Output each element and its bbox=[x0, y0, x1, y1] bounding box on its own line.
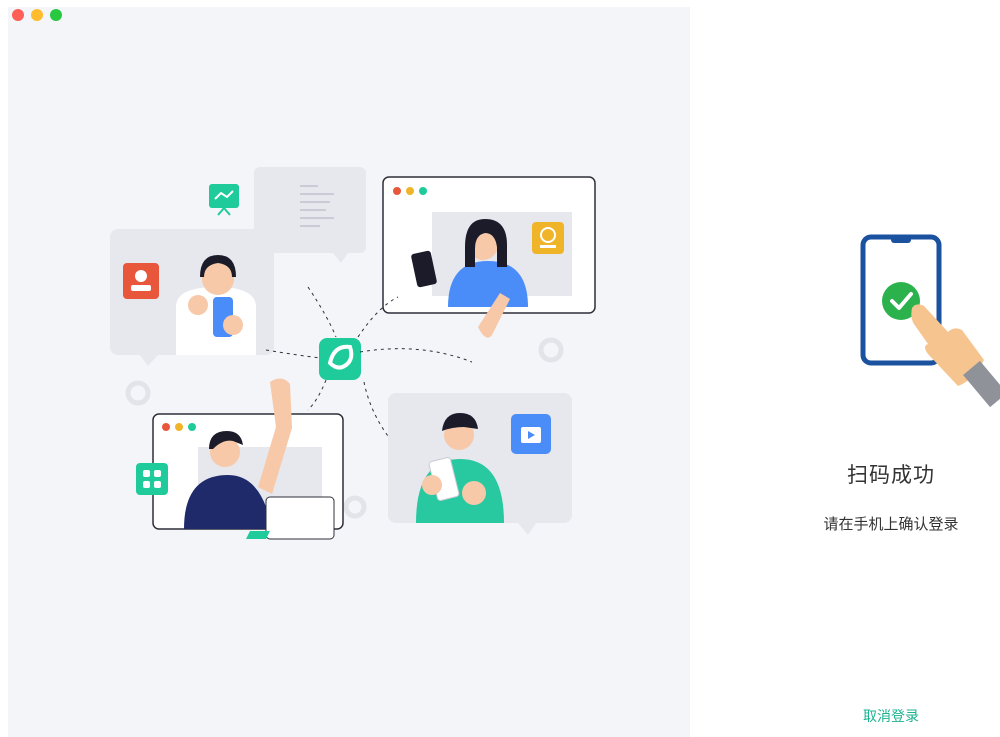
video-window-bottom bbox=[136, 378, 344, 540]
phone-check-icon bbox=[860, 234, 1000, 408]
collaboration-illustration bbox=[110, 167, 596, 540]
user-card-right bbox=[388, 393, 572, 535]
cancel-login-link[interactable]: 取消登录 bbox=[676, 706, 1000, 726]
zoom-button[interactable] bbox=[50, 9, 62, 21]
login-panel: 扫码成功 请在手机上确认登录 取消登录 bbox=[690, 0, 1000, 737]
status-subtitle: 请在手机上确认登录 bbox=[823, 515, 959, 533]
user-card-left bbox=[110, 229, 274, 366]
status-title: 扫码成功 bbox=[847, 463, 935, 487]
window-controls bbox=[12, 9, 62, 21]
minimize-button[interactable] bbox=[31, 9, 43, 21]
app-logo-icon bbox=[319, 338, 361, 380]
video-window-top bbox=[382, 176, 596, 338]
presentation-icon bbox=[209, 184, 239, 216]
illustration-panel bbox=[8, 7, 690, 737]
close-button[interactable] bbox=[12, 9, 24, 21]
